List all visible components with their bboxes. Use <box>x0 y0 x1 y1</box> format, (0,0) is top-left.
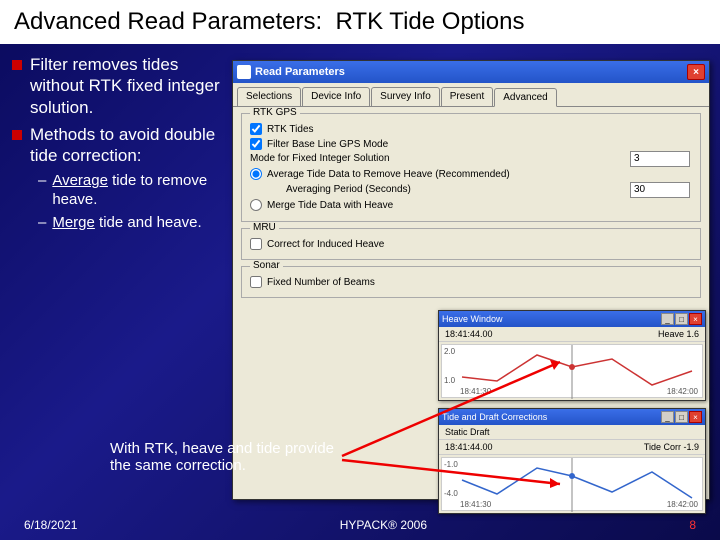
left-text-column: Filter removes tides without RTK fixed i… <box>12 54 222 237</box>
opt-average-label: Average Tide Data to Remove Heave (Recom… <box>267 169 510 180</box>
footer-center: HYPACK® 2006 <box>340 518 427 532</box>
close-icon[interactable]: × <box>689 313 702 325</box>
minimize-icon[interactable]: _ <box>661 313 674 325</box>
slide-footer: 6/18/2021 HYPACK® 2006 8 <box>0 518 720 532</box>
dash-icon: – <box>38 214 46 233</box>
heave-window: Heave Window _ □ × 18:41:44.00 Heave 1.6… <box>438 310 706 401</box>
opt-merge-label: Merge Tide Data with Heave <box>267 200 393 211</box>
group-rtk-gps: RTK GPS RTK Tides Filter Base Line GPS M… <box>241 113 701 222</box>
tide-chart: -1.0 -4.0 18:41:30 18:42:00 <box>441 457 703 511</box>
dash-icon: – <box>38 172 46 210</box>
heave-title: Heave Window <box>442 314 503 324</box>
chk-fixed-beams-label: Fixed Number of Beams <box>267 277 375 288</box>
group-label: Sonar <box>250 260 283 271</box>
callout-text: With RTK, heave and tide provide the sam… <box>110 440 340 475</box>
tab-strip: Selections Device Info Survey Info Prese… <box>233 83 709 107</box>
maximize-icon[interactable]: □ <box>675 411 688 423</box>
bullet-1: Filter removes tides without RTK fixed i… <box>30 54 222 118</box>
tide-time: 18:41:44.00 <box>445 442 493 452</box>
tab-device-info[interactable]: Device Info <box>302 87 370 106</box>
sub-2: Merge tide and heave. <box>52 214 201 233</box>
group-label: MRU <box>250 222 279 233</box>
tide-titlebar[interactable]: Tide and Draft Corrections _ □ × <box>439 409 705 425</box>
chk-induced-heave[interactable] <box>250 238 262 250</box>
dialog-titlebar[interactable]: Read Parameters × <box>233 61 709 83</box>
heave-chart: 2.0 1.0 18:41:30 18:42:00 <box>441 344 703 398</box>
chk-rtk-tides[interactable] <box>250 123 262 135</box>
close-icon[interactable]: × <box>689 411 702 423</box>
dialog-title: Read Parameters <box>255 66 345 78</box>
tab-selections[interactable]: Selections <box>237 87 301 106</box>
tab-present[interactable]: Present <box>441 87 493 106</box>
chk-filter-base[interactable] <box>250 138 262 150</box>
tide-line <box>442 458 702 512</box>
heave-value: Heave 1.6 <box>658 329 699 339</box>
footer-date: 6/18/2021 <box>24 518 77 532</box>
close-icon[interactable]: × <box>687 64 705 80</box>
slide-title: Advanced Read Parameters: RTK Tide Optio… <box>0 0 720 44</box>
tide-draft-window: Tide and Draft Corrections _ □ × Static … <box>438 408 706 514</box>
chk-filter-base-label: Filter Base Line GPS Mode <box>267 139 388 150</box>
app-icon <box>237 65 251 79</box>
footer-page: 8 <box>689 518 696 532</box>
tab-advanced[interactable]: Advanced <box>494 88 556 107</box>
group-sonar: Sonar Fixed Number of Beams <box>241 266 701 298</box>
opt-merge[interactable] <box>250 199 262 211</box>
bullet-2: Methods to avoid double tide correction: <box>30 124 222 167</box>
opt-average[interactable] <box>250 168 262 180</box>
chk-rtk-tides-label: RTK Tides <box>267 124 314 135</box>
avg-period-label: Averaging Period (Seconds) <box>286 184 411 195</box>
tide-title: Tide and Draft Corrections <box>442 412 547 422</box>
avg-period-input[interactable] <box>630 182 690 198</box>
maximize-icon[interactable]: □ <box>675 313 688 325</box>
sub-1: Average tide to remove heave. <box>52 172 222 210</box>
group-mru: MRU Correct for Induced Heave <box>241 228 701 260</box>
heave-time: 18:41:44.00 <box>445 329 493 339</box>
static-draft-label: Static Draft <box>445 427 490 437</box>
minimize-icon[interactable]: _ <box>661 411 674 423</box>
bullet-icon <box>12 60 22 70</box>
mode-input[interactable] <box>630 151 690 167</box>
mode-label: Mode for Fixed Integer Solution <box>250 153 390 164</box>
bullet-icon <box>12 130 22 140</box>
tab-survey-info[interactable]: Survey Info <box>371 87 440 106</box>
chk-induced-heave-label: Correct for Induced Heave <box>267 239 384 250</box>
heave-line <box>442 345 702 399</box>
tide-value: Tide Corr -1.9 <box>644 442 699 452</box>
heave-titlebar[interactable]: Heave Window _ □ × <box>439 311 705 327</box>
chk-fixed-beams[interactable] <box>250 276 262 288</box>
group-label: RTK GPS <box>250 107 300 118</box>
